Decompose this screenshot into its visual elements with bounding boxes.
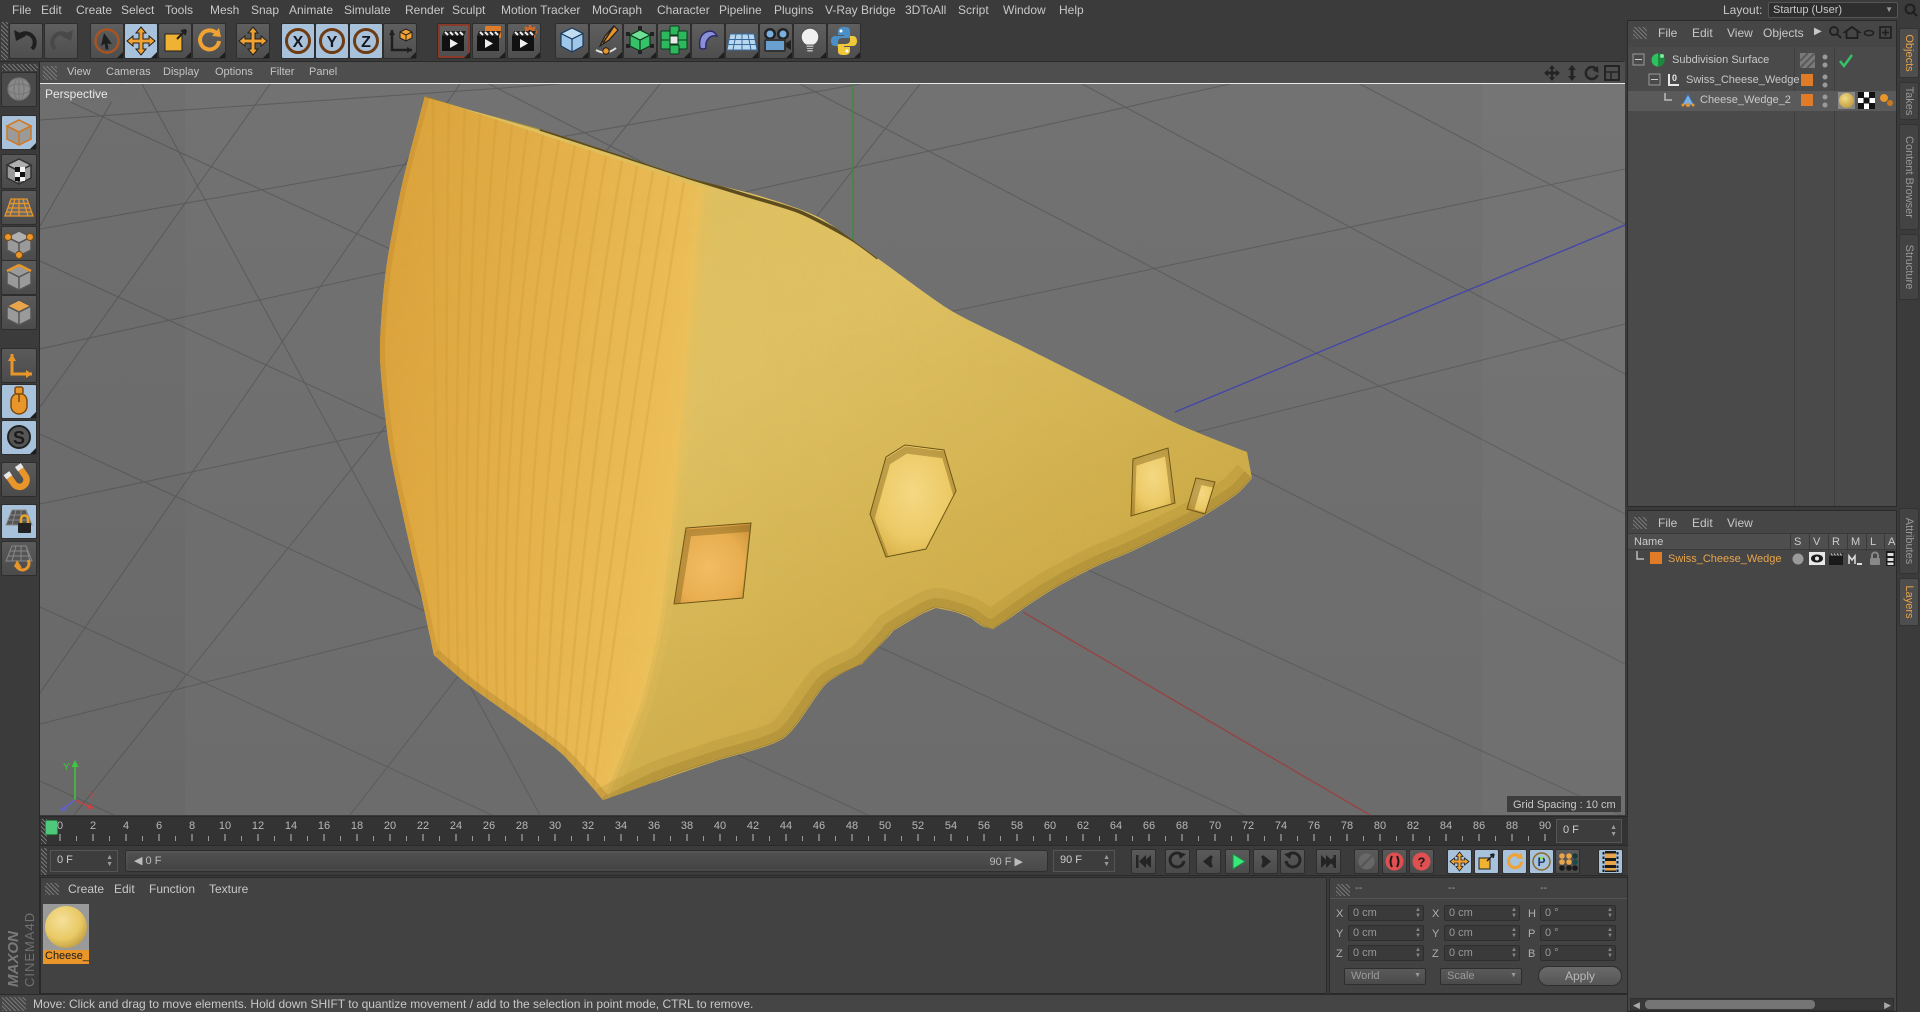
svg-text:64: 64 (1110, 820, 1122, 832)
svg-text:X: X (89, 790, 95, 800)
svg-text:20: 20 (384, 820, 396, 832)
svg-text:?: ? (1418, 855, 1426, 870)
svg-text:80: 80 (1374, 820, 1386, 832)
svg-text:90: 90 (1539, 820, 1551, 832)
svg-text:66: 66 (1143, 820, 1155, 832)
svg-text:52: 52 (912, 820, 924, 832)
svg-text:86: 86 (1473, 820, 1485, 832)
svg-text:Perspective: Perspective (45, 87, 108, 101)
svg-text:34: 34 (615, 820, 627, 832)
svg-text:Y: Y (327, 34, 338, 51)
svg-text:Y: Y (63, 762, 70, 773)
svg-text:46: 46 (813, 820, 825, 832)
svg-text:10: 10 (219, 820, 231, 832)
svg-text:24: 24 (450, 820, 462, 832)
svg-text:48: 48 (846, 820, 858, 832)
svg-text:4: 4 (123, 820, 129, 832)
svg-text:62: 62 (1077, 820, 1089, 832)
svg-text:30: 30 (549, 820, 561, 832)
svg-text:28: 28 (516, 820, 528, 832)
svg-text:12: 12 (252, 820, 264, 832)
svg-text:16: 16 (318, 820, 330, 832)
svg-text:X: X (293, 34, 304, 51)
svg-text:44: 44 (780, 820, 792, 832)
svg-text:40: 40 (714, 820, 726, 832)
svg-text:0: 0 (57, 820, 63, 832)
svg-text:26: 26 (483, 820, 495, 832)
svg-text:56: 56 (978, 820, 990, 832)
svg-text:22: 22 (417, 820, 429, 832)
svg-text:0: 0 (1672, 73, 1677, 83)
svg-text:36: 36 (648, 820, 660, 832)
svg-text:72: 72 (1242, 820, 1254, 832)
svg-text:42: 42 (747, 820, 759, 832)
svg-text:14: 14 (285, 820, 297, 832)
svg-text:82: 82 (1407, 820, 1419, 832)
svg-text:6: 6 (156, 820, 162, 832)
svg-text:Grid Spacing : 10 cm: Grid Spacing : 10 cm (1513, 799, 1616, 811)
svg-text:68: 68 (1176, 820, 1188, 832)
svg-text:8: 8 (189, 820, 195, 832)
svg-text:32: 32 (582, 820, 594, 832)
svg-text:58: 58 (1011, 820, 1023, 832)
svg-text:2: 2 (90, 820, 96, 832)
svg-text:74: 74 (1275, 820, 1287, 832)
svg-text:78: 78 (1341, 820, 1353, 832)
svg-text:54: 54 (945, 820, 957, 832)
svg-text:84: 84 (1440, 820, 1452, 832)
svg-text:S: S (13, 428, 25, 448)
svg-text:Z: Z (361, 34, 371, 51)
svg-text:38: 38 (681, 820, 693, 832)
svg-text:70: 70 (1209, 820, 1221, 832)
svg-text:76: 76 (1308, 820, 1320, 832)
svg-text:88: 88 (1506, 820, 1518, 832)
svg-text:60: 60 (1044, 820, 1056, 832)
svg-text:18: 18 (351, 820, 363, 832)
svg-text:50: 50 (879, 820, 891, 832)
